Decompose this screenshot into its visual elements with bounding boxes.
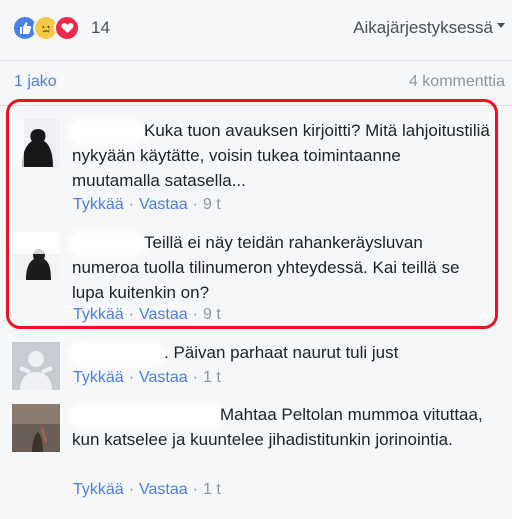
sort-dropdown[interactable]: Aikajärjestyksessä <box>353 18 505 38</box>
separator: · <box>192 369 198 386</box>
comment: . Päivan parhaat naurut tuli just Tykkää… <box>0 340 512 396</box>
separator: · <box>128 481 135 498</box>
separator: · <box>128 369 135 386</box>
avatar[interactable] <box>12 404 60 452</box>
divider <box>0 60 512 61</box>
reaction-count[interactable]: 14 <box>91 18 110 38</box>
shares-link[interactable]: 1 jako <box>14 73 57 91</box>
comment: Mahtaa Peltolan mummoa vituttaa, kun kat… <box>0 402 512 512</box>
avatar[interactable] <box>12 342 60 390</box>
comment-body: . Päivan parhaat naurut tuli just <box>164 343 399 362</box>
separator: · <box>192 481 198 498</box>
like-link[interactable]: Tykkää <box>73 369 124 386</box>
timestamp[interactable]: 1 t <box>203 369 221 386</box>
reactions-bar: 14 Aikajärjestyksessä <box>0 0 512 60</box>
reply-link[interactable]: Vastaa <box>139 481 188 498</box>
comment-text: Mahtaa Peltolan mummoa vituttaa, kun kat… <box>72 402 492 452</box>
highlight-box <box>6 99 498 329</box>
comment-actions: Tykkää · Vastaa · 1 t <box>73 481 221 499</box>
chevron-down-icon <box>497 22 505 28</box>
sort-label: Aikajärjestyksessä <box>353 18 493 37</box>
comment-text: . Päivan parhaat naurut tuli just <box>72 340 492 365</box>
timestamp[interactable]: 1 t <box>203 481 221 498</box>
reply-link[interactable]: Vastaa <box>139 369 188 386</box>
comments-count[interactable]: 4 kommenttia <box>409 73 505 91</box>
author-name[interactable] <box>72 406 218 425</box>
reaction-icons[interactable] <box>12 15 80 41</box>
author-name[interactable] <box>72 344 162 363</box>
love-icon <box>54 15 80 41</box>
like-link[interactable]: Tykkää <box>73 481 124 498</box>
comment-actions: Tykkää · Vastaa · 1 t <box>73 369 221 387</box>
